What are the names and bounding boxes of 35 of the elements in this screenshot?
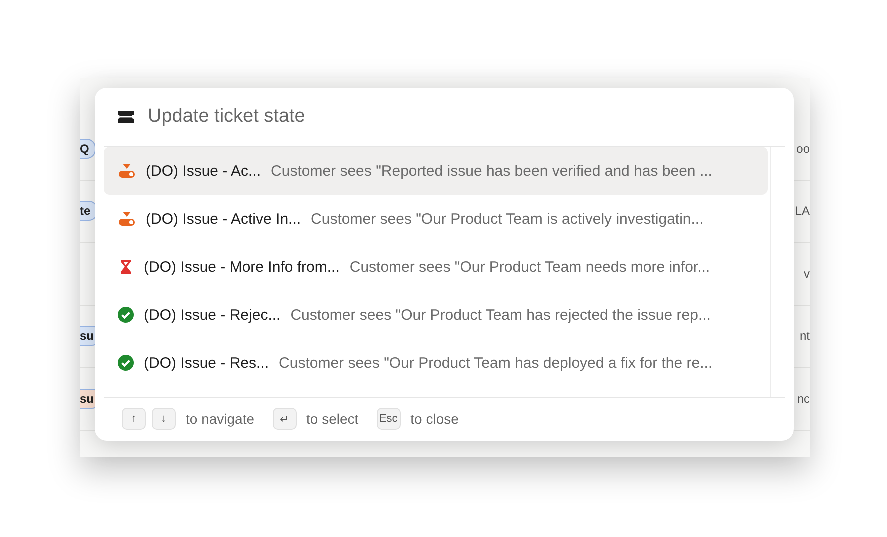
check-circle-icon [118,307,134,323]
table-cell: LA [795,204,810,218]
option-description: Customer sees "Our Product Team is actively investigatin... [311,210,704,228]
table-cell: oo [796,142,810,156]
table-cell: nt [800,329,810,344]
hint-label: to select [306,411,359,427]
option-item[interactable]: (DO) Issue - Res... Customer sees "Our Product Team has deployed a fix for the re... [104,339,768,387]
option-item[interactable]: (DO) Issue - Rejec... Customer sees "Our Product Team has rejected the issue rep... [104,291,768,339]
option-description: Customer sees "Reported issue has been verified and has been ... [271,162,712,180]
table-cell: nc [797,392,810,406]
key-hint: ↑ [122,408,146,430]
option-item[interactable]: (DO) Issue - Active In... Customer sees "Our Product Team is actively investigatin... [104,195,768,243]
hourglass-icon [118,259,134,275]
option-name: (DO) Issue - Res... [144,354,270,372]
option-name: (DO) Issue - Active In... [146,210,302,228]
key-hint: Esc [376,408,401,430]
table-cell: v [804,266,810,281]
option-name: (DO) Issue - Rejec... [144,306,281,324]
option-description: Customer sees "Our Product Team has rejected the issue rep... [290,306,711,324]
toggle-icon [118,163,136,179]
hint-label: to close [410,411,459,427]
check-circle-icon [118,355,134,371]
key-hint: ↓ [152,408,176,430]
option-name: (DO) Issue - More Info from... [144,258,340,276]
option-description: Customer sees "Our Product Team needs more infor... [350,258,710,276]
option-item[interactable]: (DO) Issue - More Info from... Customer sees "Our Product Team needs more infor... [104,243,768,291]
hint-label: to navigate [186,411,254,427]
option-name: (DO) Issue - Ac... [146,162,262,180]
toggle-icon [118,211,136,227]
key-hint: ↵ [272,408,296,430]
status-tag: Q [80,138,96,159]
option-description: Customer sees "Our Product Team has deployed a fix for the re... [279,354,713,372]
ticket-icon [118,110,134,124]
option-item[interactable]: (DO) Issue - Ac... Customer sees "Reported issue has been verified and has been ... [104,147,768,195]
dialog-title: Update ticket state [148,106,306,128]
